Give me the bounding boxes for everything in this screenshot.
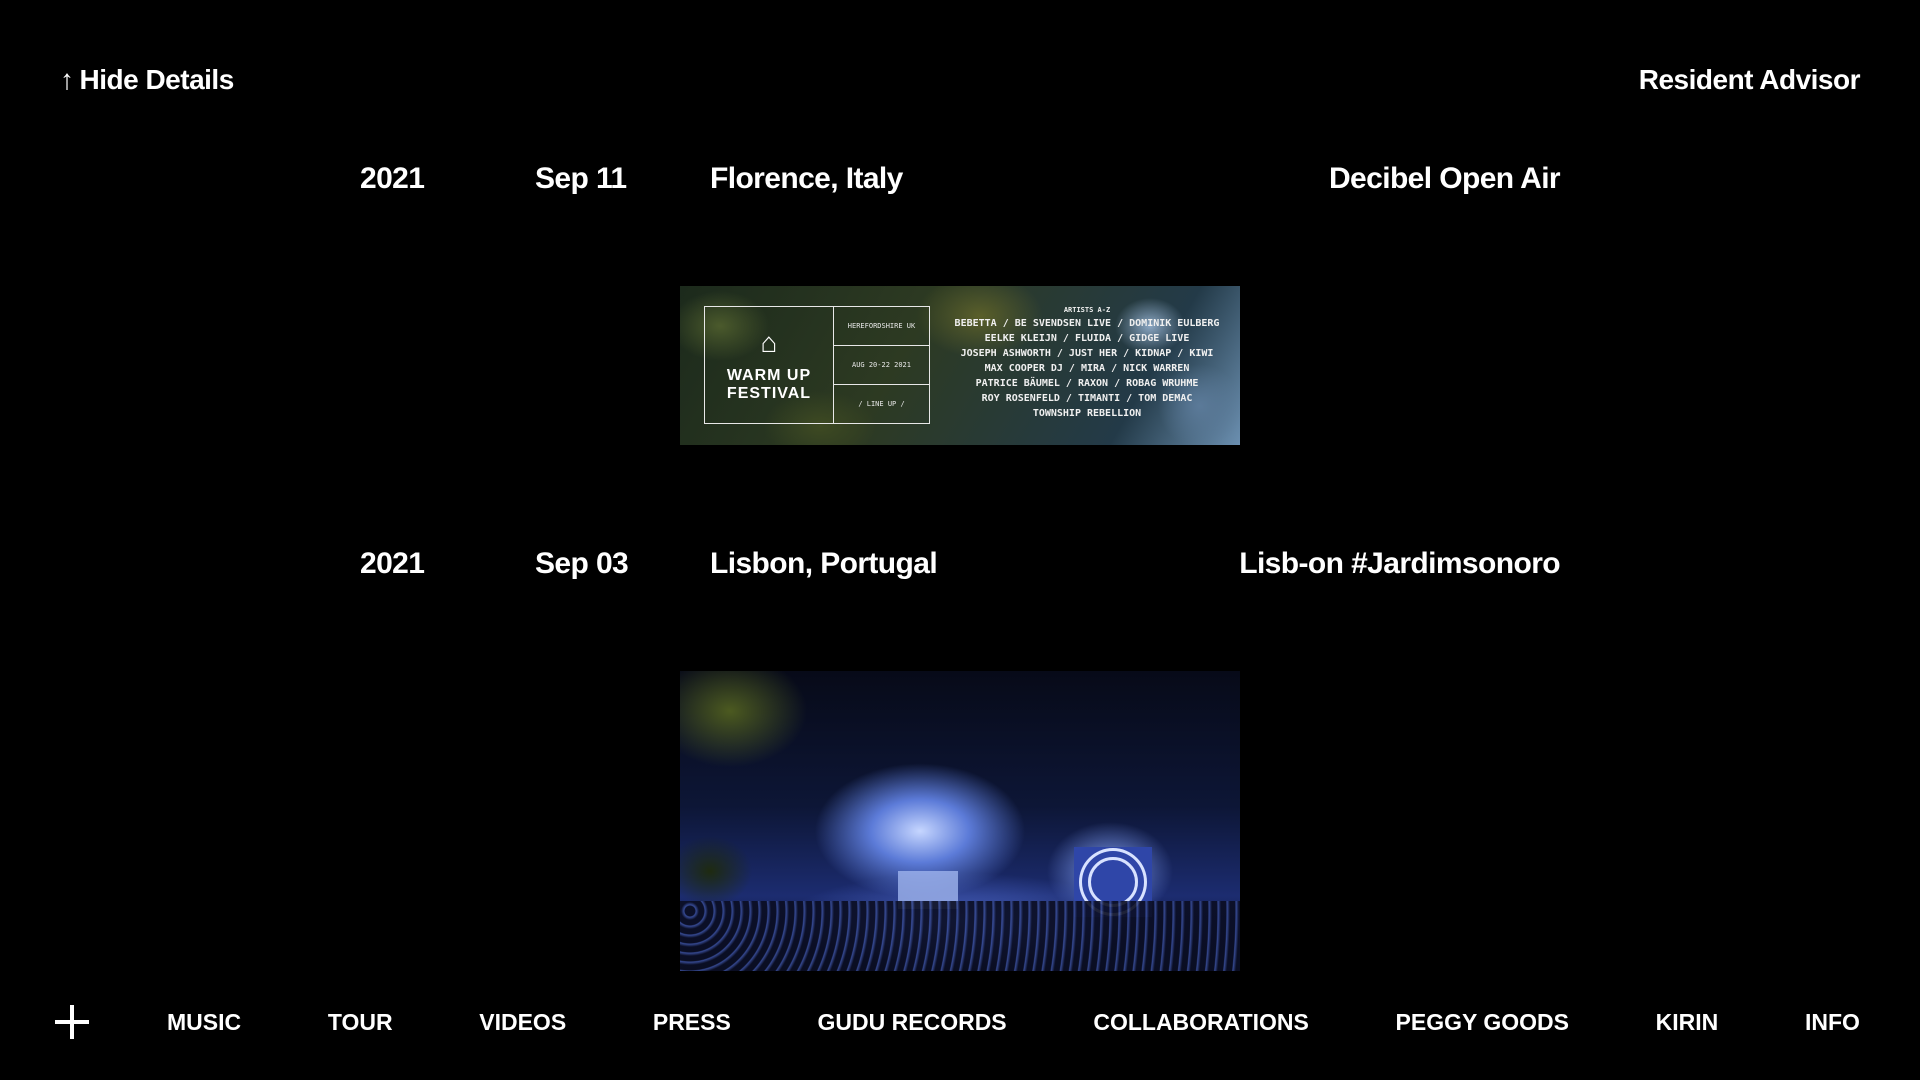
top-bar: ↑ Hide Details Resident Advisor <box>60 60 1861 100</box>
entry-year: 2021 <box>360 547 425 580</box>
tour-entry: 2021 Sep 03 Lisbon, Portugal Lisb-on #Ja… <box>0 547 1920 597</box>
poster-box-lineup-label: / LINE UP / <box>858 400 905 408</box>
poster-lineup: ARTISTS A-Z BEBETTA / BE SVENDSEN LIVE /… <box>942 304 1232 421</box>
lineup-line: BEBETTA / BE SVENDSEN LIVE / DOMINIK EUL… <box>954 318 1220 329</box>
lineup-line: ROY ROSENFELD / TIMANTI / TOM DEMAC <box>981 393 1193 404</box>
resident-advisor-link[interactable]: Resident Advisor <box>1639 64 1861 96</box>
nav-item-press[interactable]: PRESS <box>653 1009 731 1036</box>
hide-details-button[interactable]: ↑ Hide Details <box>60 64 234 96</box>
hide-details-label: Hide Details <box>79 64 235 95</box>
tour-entry: 2021 Sep 11 Florence, Italy Decibel Open… <box>0 162 1920 212</box>
nav-item-collaborations[interactable]: COLLABORATIONS <box>1093 1009 1309 1036</box>
lineup-heading: ARTISTS A-Z <box>1063 306 1111 314</box>
tour-details-page: ↑ Hide Details Resident Advisor 2021 Sep… <box>0 0 1920 1080</box>
poster-box-location: HEREFORDSHIRE UK <box>834 307 929 346</box>
entry-location: Florence, Italy <box>710 162 903 195</box>
festival-name-line2: FESTIVAL <box>726 385 812 402</box>
lineup-line: EELKE KLEIJN / FLUIDA / GIDGE LIVE <box>984 333 1190 344</box>
nav-item-peggy-goods[interactable]: PEGGY GOODS <box>1396 1009 1569 1036</box>
festival-name: WARM UP FESTIVAL <box>705 367 833 403</box>
nav-item-info[interactable]: INFO <box>1805 1009 1860 1036</box>
lineup-line: JOSEPH ASHWORTH / JUST HER / KIDNAP / KI… <box>960 348 1214 359</box>
event-poster-image: ⌂ WARM UP FESTIVAL HEREFORDSHIRE UK AUG … <box>680 286 1240 445</box>
poster-logo-panel: ⌂ WARM UP FESTIVAL <box>705 307 834 423</box>
entry-date: Sep 11 <box>535 162 627 195</box>
entry-event-link[interactable]: Decibel Open Air <box>1329 162 1561 196</box>
nav-item-tour[interactable]: TOUR <box>328 1009 393 1036</box>
poster-title-box: ⌂ WARM UP FESTIVAL HEREFORDSHIRE UK AUG … <box>704 306 930 424</box>
ring-graphic <box>1088 857 1138 907</box>
bottom-nav: MUSIC TOUR VIDEOS PRESS GUDU RECORDS COL… <box>55 1002 1860 1042</box>
festival-name-line1: WARM UP <box>726 367 812 384</box>
nav-menu: MUSIC TOUR VIDEOS PRESS GUDU RECORDS COL… <box>167 1009 1860 1036</box>
event-photo-image <box>680 671 1240 971</box>
entry-location: Lisbon, Portugal <box>710 547 938 580</box>
crowd-graphic <box>680 901 1240 971</box>
entry-date: Sep 03 <box>535 547 629 580</box>
lineup-line: PATRICE BÄUMEL / RAXON / ROBAG WRUHME <box>975 378 1199 389</box>
poster-box-dates: AUG 20-22 2021 <box>834 346 929 385</box>
plus-icon[interactable] <box>55 1005 89 1039</box>
entry-year: 2021 <box>360 162 425 195</box>
festival-logo-icon: ⌂ <box>760 327 778 358</box>
lineup-line: TOWNSHIP REBELLION <box>1032 408 1142 419</box>
arrow-up-icon: ↑ <box>60 64 74 95</box>
nav-item-music[interactable]: MUSIC <box>167 1009 241 1036</box>
nav-item-videos[interactable]: VIDEOS <box>479 1009 566 1036</box>
entry-event-link[interactable]: Lisb-on #Jardimsonoro <box>1239 547 1560 581</box>
nav-item-kirin[interactable]: KIRIN <box>1656 1009 1719 1036</box>
nav-item-gudu-records[interactable]: GUDU RECORDS <box>818 1009 1007 1036</box>
lineup-line: MAX COOPER DJ / MIRA / NICK WARREN <box>984 363 1190 374</box>
